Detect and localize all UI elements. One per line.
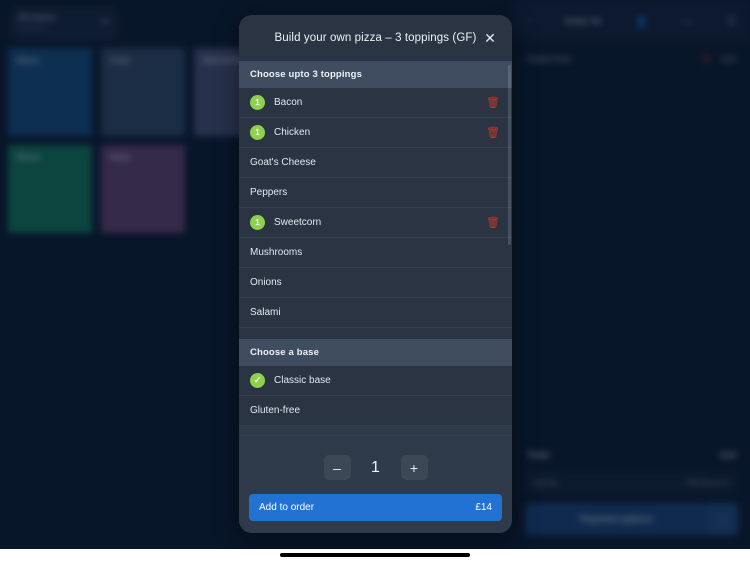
quantity-badge: 1 xyxy=(250,215,265,230)
modal-scrollbar-thumb[interactable] xyxy=(508,65,511,245)
quantity-badge: 1 xyxy=(250,125,265,140)
minus-icon[interactable]: – xyxy=(323,455,351,480)
option-row[interactable]: Gluten-free xyxy=(239,396,512,426)
quantity-value: 1 xyxy=(371,458,380,476)
option-label: Classic base xyxy=(274,375,331,386)
option-label: Sweetcorn xyxy=(274,217,322,228)
modal-scrollbar[interactable] xyxy=(508,61,511,435)
option-row[interactable]: 1 Chicken 🗑 xyxy=(239,118,512,148)
quantity-stepper: – 1 + xyxy=(249,446,502,494)
option-label: Bacon xyxy=(274,97,303,108)
option-row[interactable]: Onions xyxy=(239,268,512,298)
option-label: Chicken xyxy=(274,127,311,138)
app-root: All items 126 items BeersFoodSoft drinks… xyxy=(0,0,750,562)
modal-footer: – 1 + Add to order £14 xyxy=(239,435,512,533)
section-header: Choose a base xyxy=(239,339,512,366)
plus-icon[interactable]: + xyxy=(400,455,428,480)
section-header: Choose upto 3 toppings xyxy=(239,61,512,88)
option-label: Goat's Cheese xyxy=(250,157,316,168)
option-row[interactable]: Peppers xyxy=(239,178,512,208)
modal-header: Build your own pizza – 3 toppings (GF) ✕ xyxy=(239,15,512,61)
add-to-order-label: Add to order xyxy=(259,502,315,513)
add-to-order-price: £14 xyxy=(475,502,492,513)
option-label: Salami xyxy=(250,307,281,318)
option-label: Gluten-free xyxy=(250,405,301,416)
section-gap xyxy=(239,426,512,435)
option-row[interactable]: ✓ Classic base xyxy=(239,366,512,396)
section-gap xyxy=(239,328,512,339)
build-pizza-modal: Build your own pizza – 3 toppings (GF) ✕… xyxy=(239,15,512,533)
option-label: Peppers xyxy=(250,187,288,198)
option-row[interactable]: Salami xyxy=(239,298,512,328)
home-indicator-area xyxy=(0,549,750,562)
trash-icon[interactable]: 🗑 xyxy=(485,125,501,141)
option-row[interactable]: Goat's Cheese xyxy=(239,148,512,178)
option-row[interactable]: 1 Bacon 🗑 xyxy=(239,88,512,118)
modal-title: Build your own pizza – 3 toppings (GF) xyxy=(274,32,477,44)
option-row[interactable]: 1 Sweetcorn 🗑 xyxy=(239,208,512,238)
home-indicator-bar[interactable] xyxy=(280,553,470,557)
option-label: Mushrooms xyxy=(250,247,303,258)
quantity-badge: 1 xyxy=(250,95,265,110)
check-icon: ✓ xyxy=(250,373,265,388)
modal-options-scroll[interactable]: Choose upto 3 toppings 1 Bacon 🗑 1 Chicken 🗑 Go… xyxy=(239,61,512,435)
close-icon[interactable]: ✕ xyxy=(478,26,502,50)
option-label: Onions xyxy=(250,277,282,288)
trash-icon[interactable]: 🗑 xyxy=(485,95,501,111)
add-to-order-button[interactable]: Add to order £14 xyxy=(249,494,502,521)
trash-icon[interactable]: 🗑 xyxy=(485,215,501,231)
option-row[interactable]: Mushrooms xyxy=(239,238,512,268)
